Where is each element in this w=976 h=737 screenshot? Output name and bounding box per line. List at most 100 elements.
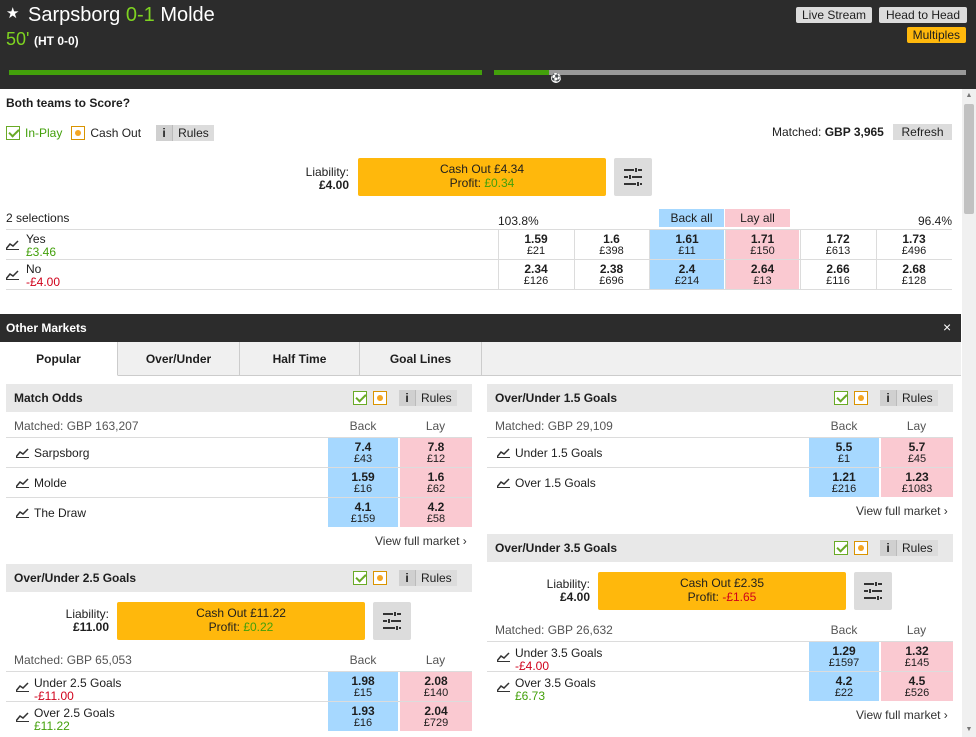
- price-cell[interactable]: 2.68 £128: [876, 260, 951, 289]
- view-full-market-link[interactable]: View full market ›: [375, 534, 467, 548]
- price-cell[interactable]: 1.6 £398: [574, 230, 648, 259]
- lay-price-cell[interactable]: 4.5 £526: [881, 672, 953, 701]
- rules-label: Rules: [896, 390, 938, 406]
- stake: £11: [678, 245, 696, 257]
- chart-icon[interactable]: [16, 448, 29, 458]
- cash-out-profit: Profit: £0.22: [208, 620, 274, 634]
- stake: £1597: [828, 657, 860, 669]
- lay-price-cell[interactable]: 5.7 £45: [881, 438, 953, 467]
- table-row: Under 2.5 Goals -£11.00 1.98 £15 2.08 £140: [6, 671, 472, 702]
- chart-icon[interactable]: [497, 448, 510, 458]
- price: 1.71: [750, 232, 775, 246]
- stake: £140: [423, 687, 449, 699]
- back-all-button[interactable]: Back all: [659, 209, 724, 227]
- market-title: Match Odds: [14, 391, 83, 405]
- stake: £128: [901, 275, 927, 287]
- runner-name: Over 2.5 Goals: [34, 706, 115, 720]
- cash-out-button[interactable]: Cash Out £2.35 Profit: -£1.65: [598, 572, 846, 610]
- lay-price-cell[interactable]: 1.6 £62: [400, 468, 472, 497]
- lay-price-cell[interactable]: 4.2 £58: [400, 498, 472, 527]
- away-team: Molde: [160, 4, 215, 26]
- cash-out-profit: Profit: £0.34: [449, 176, 515, 190]
- back-price-cell[interactable]: 5.5 £1: [809, 438, 879, 467]
- price-cell[interactable]: 2.66 £116: [800, 260, 875, 289]
- view-full-market-link[interactable]: View full market ›: [856, 708, 948, 722]
- multiples-button[interactable]: Multiples: [906, 27, 966, 43]
- price-cell[interactable]: 1.73 £496: [876, 230, 951, 259]
- stake: £696: [599, 275, 624, 287]
- rules-button[interactable]: i Rules: [399, 570, 457, 586]
- price-cell[interactable]: 2.64 £13: [725, 260, 799, 289]
- price-cell[interactable]: 2.4 £214: [649, 260, 724, 289]
- back-price-cell[interactable]: 7.4 £43: [328, 438, 398, 467]
- price-cell[interactable]: 2.34 £126: [498, 260, 573, 289]
- market-controls: i Rules: [834, 390, 938, 406]
- lay-price-cell[interactable]: 2.04 £729: [400, 702, 472, 731]
- back-price-cell[interactable]: 4.2 £22: [809, 672, 879, 701]
- chart-icon[interactable]: [497, 478, 510, 488]
- price: 2.34: [524, 262, 548, 276]
- scroll-up-icon[interactable]: ▲: [962, 92, 976, 99]
- chart-icon[interactable]: [497, 652, 510, 662]
- cash-out-settings-button[interactable]: [854, 572, 892, 610]
- cash-out-button[interactable]: Cash Out £4.34 Profit: £0.34: [358, 158, 606, 196]
- price-cell[interactable]: 1.61 £11: [649, 230, 724, 259]
- price-cell[interactable]: 1.72 £613: [800, 230, 875, 259]
- timeline-second-half-remaining: [549, 70, 966, 75]
- tab-goal-lines[interactable]: Goal Lines: [360, 342, 482, 376]
- refresh-button[interactable]: Refresh: [893, 124, 952, 140]
- tab-over-under[interactable]: Over/Under: [118, 342, 240, 376]
- view-full-market-link[interactable]: View full market ›: [856, 504, 948, 518]
- star-icon[interactable]: ★: [6, 6, 22, 22]
- chart-icon[interactable]: [6, 240, 19, 250]
- lay-all-button[interactable]: Lay all: [725, 209, 790, 227]
- cash-out-settings-button[interactable]: [614, 158, 652, 196]
- runner-name: The Draw: [34, 506, 87, 520]
- price: 1.98: [351, 674, 375, 688]
- cash-out-label: Cash Out: [90, 126, 142, 140]
- live-stream-button[interactable]: Live Stream: [796, 7, 873, 23]
- chart-icon[interactable]: [16, 682, 29, 692]
- close-icon[interactable]: ×: [943, 320, 951, 334]
- price-cell[interactable]: 1.71 £150: [725, 230, 799, 259]
- tab-popular[interactable]: Popular: [0, 342, 118, 376]
- chart-icon[interactable]: [16, 478, 29, 488]
- chart-icon[interactable]: [16, 712, 29, 722]
- back-price-cell[interactable]: 1.59 £16: [328, 468, 398, 497]
- rules-button[interactable]: i Rules: [156, 125, 214, 141]
- lay-price-cell[interactable]: 1.32 £145: [881, 642, 953, 671]
- back-price-cell[interactable]: 4.1 £159: [328, 498, 398, 527]
- table-row: Over 2.5 Goals £11.22 1.93 £16 2.04 £729: [6, 701, 472, 732]
- scroll-down-icon[interactable]: ▼: [962, 726, 976, 733]
- back-price-cell[interactable]: 1.21 £216: [809, 468, 879, 497]
- tab-half-time[interactable]: Half Time: [240, 342, 360, 376]
- head-to-head-button[interactable]: Head to Head: [879, 7, 967, 23]
- lay-price-cell[interactable]: 2.08 £140: [400, 672, 472, 701]
- lay-price-cell[interactable]: 1.23 £1083: [881, 468, 953, 497]
- back-price-cell[interactable]: 1.93 £16: [328, 702, 398, 731]
- rules-button[interactable]: i Rules: [880, 540, 938, 556]
- scrollbar-thumb[interactable]: [964, 104, 974, 214]
- chart-icon[interactable]: [6, 270, 19, 280]
- lay-price-cell[interactable]: 7.8 £12: [400, 438, 472, 467]
- back-column-header: Back: [830, 623, 858, 637]
- back-price-cell[interactable]: 1.29 £1597: [809, 642, 879, 671]
- back-price-cell[interactable]: 1.98 £15: [328, 672, 398, 701]
- table-row: Over 1.5 Goals 1.21 £216 1.23 £1083: [487, 467, 953, 497]
- price-cell[interactable]: 1.59 £21: [498, 230, 573, 259]
- stake: £13: [753, 275, 772, 287]
- rules-button[interactable]: i Rules: [399, 390, 457, 406]
- chart-icon[interactable]: [16, 508, 29, 518]
- price: 2.68: [902, 262, 926, 276]
- chart-icon[interactable]: [497, 682, 510, 692]
- price: 2.08: [424, 674, 448, 688]
- matched-amount: Matched: GBP 65,053: [14, 653, 132, 667]
- stake: £496: [901, 245, 927, 257]
- runner-name: Sarpsborg: [34, 446, 90, 460]
- cash-out-settings-button[interactable]: [373, 602, 411, 640]
- cash-out-button[interactable]: Cash Out £11.22 Profit: £0.22: [117, 602, 365, 640]
- price-cell[interactable]: 2.38 £696: [574, 260, 648, 289]
- market-title: Over/Under 1.5 Goals: [495, 391, 618, 405]
- rules-button[interactable]: i Rules: [880, 390, 938, 406]
- price: 2.64: [750, 262, 775, 276]
